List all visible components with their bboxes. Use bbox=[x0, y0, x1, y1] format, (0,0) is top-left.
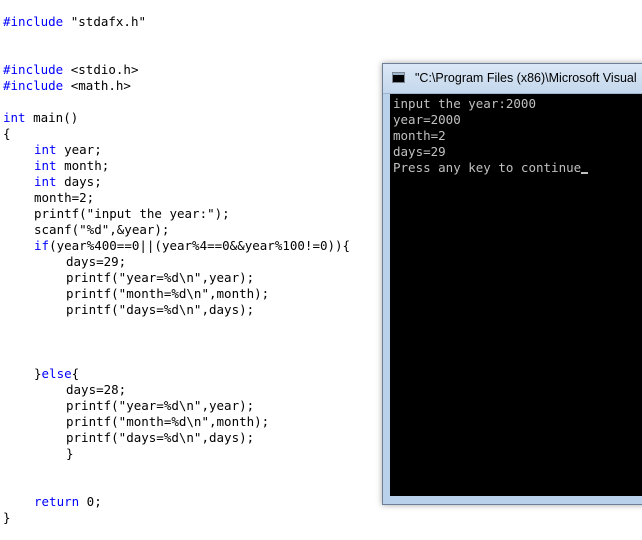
code-line: { bbox=[3, 126, 11, 142]
keyword: #include bbox=[3, 14, 64, 29]
code-text: <math.h> bbox=[63, 78, 131, 93]
code-line: printf("days=%d\n",days); bbox=[66, 302, 254, 318]
code-line: days=28; bbox=[66, 382, 126, 398]
code-line: return 0; bbox=[34, 494, 102, 510]
code-text: (year%400==0||(year%4==0&&year%100!=0)){ bbox=[49, 238, 351, 253]
code-text: printf("input the year:"); bbox=[34, 206, 230, 221]
keyword: #include bbox=[3, 78, 64, 93]
keyword: int bbox=[34, 158, 57, 173]
console-line: Press any key to continue bbox=[393, 160, 589, 176]
code-line: int days; bbox=[34, 174, 102, 190]
console-line: month=2 bbox=[393, 128, 446, 143]
code-text: printf("year=%d\n",year); bbox=[66, 398, 255, 413]
code-line: if(year%400==0||(year%4==0&&year%100!=0)… bbox=[34, 238, 350, 254]
code-text: <stdio.h> bbox=[63, 62, 139, 77]
console-output[interactable]: input the year:2000 year=2000 month=2 da… bbox=[390, 94, 642, 496]
keyword: int bbox=[3, 110, 26, 125]
code-line: printf("year=%d\n",year); bbox=[66, 270, 254, 286]
code-text: main() bbox=[25, 110, 79, 125]
console-title: "C:\Program Files (x86)\Microsoft Visual bbox=[415, 71, 637, 85]
code-text: days=29; bbox=[66, 254, 127, 269]
code-line: printf("days=%d\n",days); bbox=[66, 430, 254, 446]
code-text: } bbox=[34, 366, 42, 381]
code-line: int year; bbox=[34, 142, 102, 158]
code-text: } bbox=[3, 510, 11, 525]
keyword: if bbox=[34, 238, 50, 253]
code-text: printf("year=%d\n",year); bbox=[66, 270, 255, 285]
code-text: printf("days=%d\n",days); bbox=[66, 302, 255, 317]
code-line: #include <stdio.h> bbox=[3, 62, 138, 78]
code-text: "stdafx.h" bbox=[63, 14, 147, 29]
code-line: #include "stdafx.h" bbox=[3, 14, 146, 30]
code-text: days; bbox=[56, 174, 102, 189]
code-line: }else{ bbox=[34, 366, 79, 382]
console-line: days=29 bbox=[393, 144, 446, 159]
code-line: } bbox=[3, 510, 11, 526]
code-line: int month; bbox=[34, 158, 109, 174]
code-text: year; bbox=[56, 142, 102, 157]
code-text: printf("month=%d\n",month); bbox=[66, 414, 270, 429]
code-text: printf("month=%d\n",month); bbox=[66, 286, 270, 301]
code-text: days=28; bbox=[66, 382, 127, 397]
code-line: #include <math.h> bbox=[3, 78, 131, 94]
keyword: #include bbox=[3, 62, 64, 77]
code-text: printf("days=%d\n",days); bbox=[66, 430, 255, 445]
keyword: int bbox=[34, 174, 57, 189]
code-text: month=2; bbox=[34, 190, 95, 205]
code-text: { bbox=[71, 366, 80, 381]
console-window[interactable]: "C:\Program Files (x86)\Microsoft Visual… bbox=[382, 63, 642, 505]
console-app-icon[interactable] bbox=[392, 72, 405, 83]
code-line: scanf("%d",&year); bbox=[34, 222, 169, 238]
code-text: { bbox=[3, 126, 11, 141]
console-line: year=2000 bbox=[393, 112, 461, 127]
code-line: printf("year=%d\n",year); bbox=[66, 398, 254, 414]
code-line: month=2; bbox=[34, 190, 94, 206]
code-line: days=29; bbox=[66, 254, 126, 270]
console-line: input the year:2000 bbox=[393, 96, 536, 111]
keyword: return bbox=[34, 494, 80, 509]
code-text: scanf("%d",&year); bbox=[34, 222, 170, 237]
console-prompt-text: Press any key to continue bbox=[393, 160, 582, 175]
code-line: int main() bbox=[3, 110, 78, 126]
code-text: } bbox=[66, 446, 74, 461]
code-line: printf("month=%d\n",month); bbox=[66, 286, 269, 302]
console-titlebar[interactable]: "C:\Program Files (x86)\Microsoft Visual bbox=[383, 64, 642, 94]
code-line: printf("month=%d\n",month); bbox=[66, 414, 269, 430]
code-line: } bbox=[66, 446, 74, 462]
text-cursor bbox=[581, 172, 589, 174]
code-text: month; bbox=[56, 158, 110, 173]
code-text: 0; bbox=[79, 494, 102, 509]
keyword: else bbox=[41, 366, 72, 381]
keyword: int bbox=[34, 142, 57, 157]
code-line: printf("input the year:"); bbox=[34, 206, 230, 222]
